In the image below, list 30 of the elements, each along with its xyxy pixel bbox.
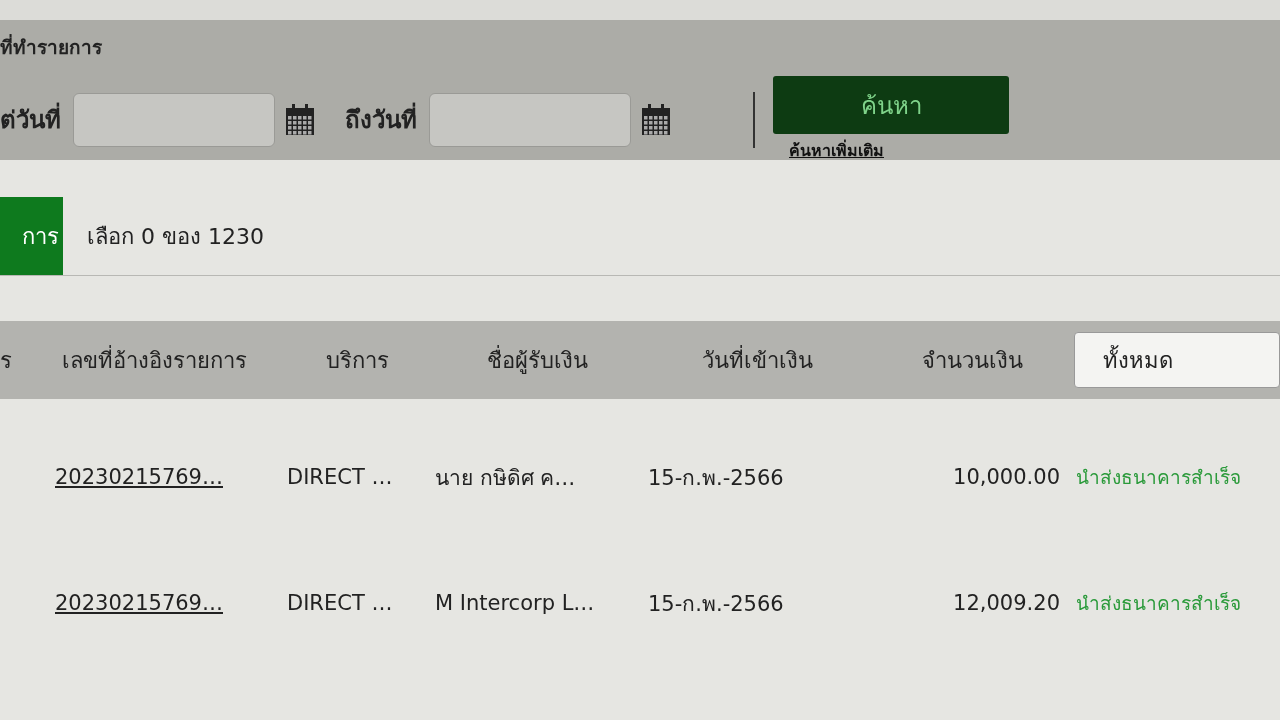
- selection-summary: เลือก 0 ของ 1230: [87, 222, 264, 251]
- status-text: นำส่งธนาคารสำเร็จ: [1075, 591, 1242, 616]
- table-cell-text: 15-ก.พ.-2566: [648, 464, 785, 492]
- reference-link[interactable]: 20230215769…: [55, 591, 223, 615]
- table-cell-text: M Intercorp L…: [435, 591, 596, 615]
- column-header: วันที่เข้าเงิน: [701, 344, 814, 375]
- search-button[interactable]: ค้นหา: [773, 76, 1009, 134]
- table-cell-text: นาย กษิดิศ ค…: [435, 464, 577, 492]
- from-date-field[interactable]: [73, 92, 275, 147]
- filter-title: ที่ทำรายการ: [0, 33, 103, 60]
- advanced-search-link[interactable]: ค้นหาเพิ่มเติม: [789, 138, 884, 163]
- to-date-field[interactable]: [429, 92, 631, 147]
- to-date-label: ถึงวันที่: [345, 100, 417, 139]
- table-cell-text: 15-ก.พ.-2566: [648, 590, 785, 618]
- calendar-icon[interactable]: [285, 103, 315, 136]
- status-filter-select[interactable]: ทั้งหมด: [1074, 332, 1280, 388]
- table-cell-text: 12,009.20: [952, 591, 1060, 615]
- column-header: ร: [0, 346, 13, 375]
- reference-link[interactable]: 20230215769…: [55, 465, 223, 489]
- calendar-icon[interactable]: [641, 103, 671, 136]
- column-header: ชื่อผู้รับเงิน: [486, 344, 589, 376]
- column-header: บริการ: [325, 346, 390, 375]
- column-header: จำนวนเงิน: [921, 346, 1024, 375]
- status-text: นำส่งธนาคารสำเร็จ: [1075, 465, 1242, 490]
- column-header: เลขที่อ้างอิงรายการ: [61, 344, 248, 375]
- table-cell-text: DIRECT …: [287, 465, 394, 489]
- table-cell-text: 10,000.00: [952, 465, 1060, 489]
- from-date-label: ต่วันที่: [0, 100, 61, 139]
- table-cell-text: DIRECT …: [287, 591, 394, 615]
- action-button[interactable]: การ: [0, 197, 63, 275]
